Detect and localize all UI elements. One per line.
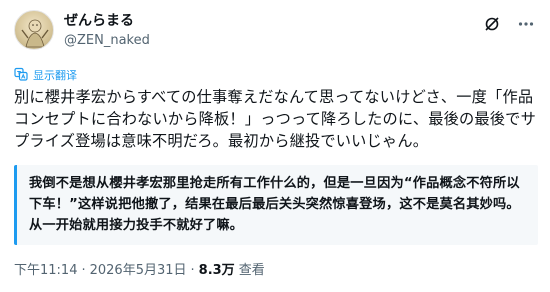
- view-count-label: 查看: [238, 263, 265, 278]
- more-icon[interactable]: [516, 14, 536, 34]
- translation-block: 我倒不是想从櫻井孝宏那里抢走所有工作什么的，但是一旦因为“作品概念不符所以下车！…: [14, 165, 538, 245]
- display-name[interactable]: ぜんらまる: [64, 12, 150, 30]
- meta-separator: ·: [190, 263, 195, 278]
- translation-text: 我倒不是想从櫻井孝宏那里抢走所有工作什么的，但是一旦因为“作品概念不符所以下车！…: [29, 176, 520, 233]
- tweet-date[interactable]: 2026年5月31日: [90, 262, 187, 280]
- view-count[interactable]: 8.3万: [199, 262, 235, 280]
- tweet-text: 別に櫻井孝宏からすべての仕事奪えだなんて思ってないけどさ、一度「作品コンセプトに…: [14, 88, 536, 150]
- avatar-image: [21, 19, 49, 48]
- tweet-meta: 下午11:14 · 2026年5月31日 · 8.3万 查看: [14, 262, 265, 280]
- meta-separator: ·: [81, 263, 86, 278]
- translate-icon: [14, 66, 28, 85]
- avatar[interactable]: [14, 10, 54, 50]
- show-translation-link[interactable]: 显示翻译: [14, 66, 77, 85]
- tweet-header: ぜんらまる @ZEN_naked: [14, 10, 536, 58]
- grok-icon[interactable]: [482, 14, 502, 34]
- show-translation-label: 显示翻译: [33, 68, 77, 82]
- tweet-time[interactable]: 下午11:14: [14, 262, 77, 280]
- user-handle[interactable]: @ZEN_naked: [64, 32, 150, 50]
